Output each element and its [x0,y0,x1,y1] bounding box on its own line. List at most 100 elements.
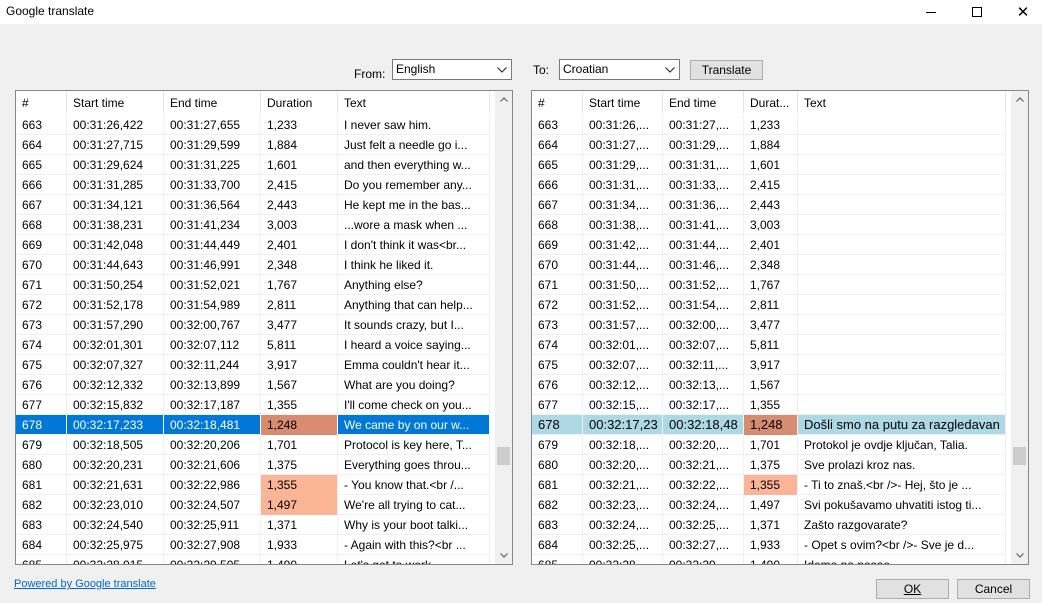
table-row[interactable]: 669 00:31:42,... 00:31:44,... 2,401 [532,235,1006,255]
table-row[interactable]: 670 00:31:44,643 00:31:46,991 2,348 I think … [16,255,490,275]
table-row[interactable]: 676 00:32:12,... 00:32:13,... 1,567 [532,375,1006,395]
scroll-up-icon[interactable] [1011,91,1028,108]
powered-by-link[interactable]: Powered by Google translate [14,578,156,590]
scroll-down-icon[interactable] [495,547,512,564]
table-row[interactable]: 663 00:31:26,422 00:31:27,655 1,233 I never … [16,115,490,135]
row-end-time: 00:32:11,... [663,355,744,375]
table-row[interactable]: 671 00:31:50,254 00:31:52,021 1,767 Anything… [16,275,490,295]
table-row[interactable]: 680 00:32:20,... 00:32:21,... 1,375 Sve prol… [532,455,1006,475]
row-number: 665 [532,155,583,175]
table-row[interactable]: 684 00:32:25,... 00:32:27,... 1,933- Opet s… [532,535,1006,555]
row-text: Idemo na posao. [798,555,1006,564]
table-row[interactable]: 670 00:31:44,... 00:31:46,... 2,348 [532,255,1006,275]
row-number: 670 [16,255,67,275]
row-duration: 1,375 [261,455,338,475]
table-row[interactable]: 672 00:31:52,... 00:31:54,... 2,811 [532,295,1006,315]
row-end-time: 00:32:20,206 [164,435,261,455]
table-row[interactable]: 676 00:32:12,332 00:32:13,899 1,567 What are… [16,375,490,395]
row-number: 672 [16,295,67,315]
table-row[interactable]: 677 00:32:15,... 00:32:17,... 1,355 [532,395,1006,415]
header-duration[interactable]: Duration [261,91,338,113]
row-start-time: 00:31:34,... [583,195,663,215]
table-row[interactable]: 684 00:32:25,975 00:32:27,908 1,933- Again … [16,535,490,555]
row-text [798,335,1006,355]
table-row[interactable]: 673 00:31:57,290 00:32:00,767 3,477 It sound… [16,315,490,335]
source-grid-scrollbar[interactable] [495,91,512,564]
table-row[interactable]: 671 00:31:50,... 00:31:52,... 1,767 [532,275,1006,295]
row-start-time: 00:31:50,254 [67,275,164,295]
table-row[interactable]: 663 00:31:26,... 00:31:27,... 1,233 [532,115,1006,135]
close-button[interactable]: ✕ [1000,0,1042,24]
maximize-button[interactable] [954,0,1000,24]
header-number[interactable]: # [16,91,67,113]
table-row[interactable]: 683 00:32:24,... 00:32:25,... 1,371 Zašto ra… [532,515,1006,535]
table-row[interactable]: 674 00:32:01,301 00:32:07,112 5,811 I heard … [16,335,490,355]
table-row[interactable]: 665 00:31:29,... 00:31:31,... 1,601 [532,155,1006,175]
table-row[interactable]: 681 00:32:21,... 00:32:22,... 1,355- Ti to … [532,475,1006,495]
row-end-time: 00:32:21,606 [164,455,261,475]
table-row[interactable]: 666 00:31:31,285 00:31:33,700 2,415 Do you r… [16,175,490,195]
to-language-select[interactable]: Croatian [559,59,680,80]
row-start-time: 00:32:17,23 [583,415,663,435]
scroll-up-icon[interactable] [495,91,512,108]
table-row[interactable]: 682 00:32:23,... 00:32:24,... 1,497 Svi poku… [532,495,1006,515]
row-text: Emma couldn't hear it... [338,355,490,375]
row-start-time: 00:32:28,015 [67,555,164,564]
table-row[interactable]: 667 00:31:34,... 00:31:36,... 2,443 [532,195,1006,215]
table-row[interactable]: 666 00:31:31,... 00:31:33,... 2,415 [532,175,1006,195]
from-language-select[interactable]: English [392,59,512,80]
table-row[interactable]: 677 00:32:15,832 00:32:17,187 1,355 I'll com… [16,395,490,415]
table-row[interactable]: 685 00:32:28,... 00:32:29,... 1,490 Idemo na… [532,555,1006,564]
table-row-selected[interactable]: 678 00:32:17,23 00:32:18,48 1,248 Došli smo … [532,415,1006,435]
table-row[interactable]: 675 00:32:07,327 00:32:11,244 3,917 Emma cou… [16,355,490,375]
table-row[interactable]: 674 00:32:01,... 00:32:07,... 5,811 [532,335,1006,355]
header-text[interactable]: Text [338,91,490,113]
minimize-button[interactable] [908,0,954,24]
table-row[interactable]: 665 00:31:29,624 00:31:31,225 1,601 and then… [16,155,490,175]
table-row[interactable]: 679 00:32:18,... 00:32:20,... 1,701 Protokol… [532,435,1006,455]
row-end-time: 00:31:27,... [663,115,744,135]
scroll-thumb[interactable] [497,447,510,465]
header-end-time[interactable]: End time [663,91,744,113]
translated-grid-scrollbar[interactable] [1011,91,1028,564]
table-row[interactable]: 668 00:31:38,... 00:31:41,... 3,003 [532,215,1006,235]
table-row[interactable]: 679 00:32:18,505 00:32:20,206 1,701 Protocol… [16,435,490,455]
table-row[interactable]: 664 00:31:27,... 00:31:29,... 1,884 [532,135,1006,155]
row-text [798,155,1006,175]
row-text [798,195,1006,215]
table-row[interactable]: 681 00:32:21,631 00:32:22,986 1,355- You kn… [16,475,490,495]
header-start-time[interactable]: Start time [67,91,164,113]
header-duration[interactable]: Durat... [744,91,798,113]
table-row[interactable]: 673 00:31:57,... 00:32:00,... 3,477 [532,315,1006,335]
scroll-down-icon[interactable] [1011,547,1028,564]
table-row[interactable]: 668 00:31:38,231 00:31:41,234 3,003 ...wore … [16,215,490,235]
translated-subtitles-grid[interactable]: # Start time End time Durat... Text 663 0… [531,90,1029,565]
row-start-time: 00:32:23,010 [67,495,164,515]
row-end-time: 00:32:11,244 [164,355,261,375]
row-text: - You know that.<br /... [338,475,490,495]
table-row[interactable]: 682 00:32:23,010 00:32:24,507 1,497 We're al… [16,495,490,515]
header-text[interactable]: Text [798,91,1006,113]
table-row[interactable]: 672 00:31:52,178 00:31:54,989 2,811 Anything… [16,295,490,315]
scroll-thumb[interactable] [1013,447,1026,465]
translate-button[interactable]: Translate [690,60,763,80]
table-row[interactable]: 685 00:32:28,015 00:32:29,505 1,490 Let's ge… [16,555,490,564]
row-start-time: 00:31:50,... [583,275,663,295]
table-row-selected[interactable]: 678 00:32:17,233 00:32:18,481 1,248 We came … [16,415,490,435]
table-row[interactable]: 680 00:32:20,231 00:32:21,606 1,375 Everythi… [16,455,490,475]
table-row[interactable]: 669 00:31:42,048 00:31:44,449 2,401 I don't … [16,235,490,255]
row-duration: 1,933 [261,535,338,555]
cancel-button[interactable]: Cancel [957,579,1030,599]
header-start-time[interactable]: Start time [583,91,663,113]
row-duration: 2,415 [261,175,338,195]
source-subtitles-grid[interactable]: # Start time End time Duration Text 663 0… [15,90,513,565]
table-row[interactable]: 675 00:32:07,... 00:32:11,... 3,917 [532,355,1006,375]
row-text [798,215,1006,235]
table-row[interactable]: 683 00:32:24,540 00:32:25,911 1,371 Why is y… [16,515,490,535]
table-row[interactable]: 667 00:31:34,121 00:31:36,564 2,443 He kept … [16,195,490,215]
header-end-time[interactable]: End time [164,91,261,113]
from-language-value: English [396,62,436,76]
ok-button[interactable]: OK [876,579,949,599]
table-row[interactable]: 664 00:31:27,715 00:31:29,599 1,884 Just fel… [16,135,490,155]
header-number[interactable]: # [532,91,583,113]
